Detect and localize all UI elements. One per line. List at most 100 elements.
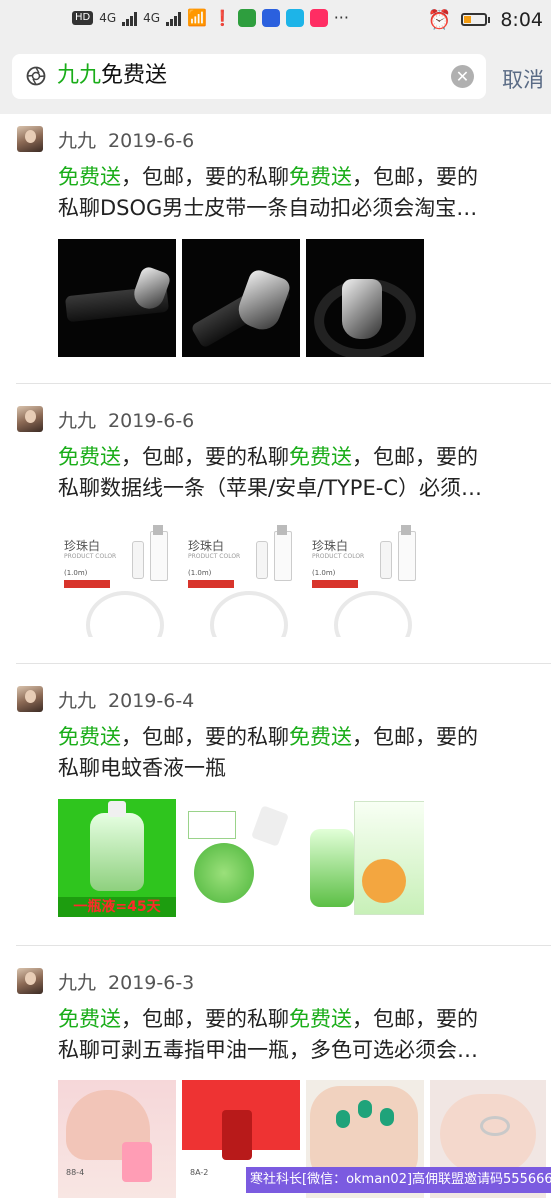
post-text-line-2: 私聊可剥五毒指甲油一瓶，多色可选必须会… bbox=[58, 1038, 478, 1062]
video-app-icon bbox=[285, 8, 304, 27]
clock: 8:04 bbox=[500, 8, 543, 31]
cable-subtitle: PRODUCT COLOR bbox=[64, 553, 117, 560]
cancel-button[interactable]: 取消 bbox=[502, 64, 544, 94]
avatar[interactable] bbox=[17, 126, 43, 152]
nail-label: 88-4 bbox=[66, 1168, 85, 1177]
keyword-highlight: 免费送 bbox=[58, 165, 121, 189]
cable-title: 珍珠白 bbox=[312, 539, 349, 553]
watermark-banner: 寒社科长[微信：okman02]高佣联盟邀请码555666 bbox=[246, 1167, 551, 1193]
avatar[interactable] bbox=[17, 968, 43, 994]
search-header: 九九免费送 ✕ 取消 bbox=[0, 42, 551, 114]
search-query-highlight: 九九 bbox=[57, 63, 102, 88]
author-name: 九九 bbox=[58, 130, 97, 152]
alarm-icon: ⏰ bbox=[427, 9, 452, 31]
divider bbox=[16, 945, 551, 946]
text-segment: ，包邮，要的私聊 bbox=[121, 165, 289, 189]
text-segment: ，包邮，要的 bbox=[352, 445, 478, 469]
calendar-app-icon bbox=[237, 8, 256, 27]
result-item[interactable]: 九九 2019-6-6 免费送，包邮，要的私聊免费送，包邮，要的 私聊数据线一条（… bbox=[0, 394, 551, 664]
nail-label: 8A-2 bbox=[190, 1168, 209, 1177]
hd-badge: HD bbox=[72, 10, 94, 25]
post-text-line-2: 私聊DSOG男士皮带一条自动扣必须会淘宝… bbox=[58, 196, 478, 220]
post-text: 免费送，包邮，要的私聊免费送，包邮，要的 私聊DSOG男士皮带一条自动扣必须会淘… bbox=[58, 162, 546, 224]
baidu-app-icon bbox=[261, 8, 280, 27]
result-item[interactable]: 九九 2019-6-4 免费送，包邮，要的私聊免费送，包邮，要的 私聊电蚊香液一瓶… bbox=[0, 674, 551, 944]
belt-image[interactable] bbox=[182, 239, 300, 357]
post-text-line-2: 私聊电蚊香液一瓶 bbox=[58, 756, 226, 780]
search-query: 九九免费送 bbox=[57, 62, 167, 90]
signal-icon-2 bbox=[166, 10, 182, 26]
author-name: 九九 bbox=[58, 690, 97, 712]
result-item[interactable]: 九九 2019-6-3 免费送，包邮，要的私聊免费送，包邮，要的 私聊可剥五毒指甲… bbox=[0, 956, 551, 1202]
post-meta: 九九 2019-6-6 bbox=[58, 406, 194, 433]
cable-length: (1.0m) bbox=[188, 569, 212, 577]
mosquito-liquid-image[interactable]: 一瓶液=45天 bbox=[58, 799, 176, 917]
search-input[interactable]: 九九免费送 ✕ bbox=[12, 54, 486, 99]
post-text: 免费送，包邮，要的私聊免费送，包邮，要的 私聊可剥五毒指甲油一瓶，多色可选必须会… bbox=[58, 1004, 546, 1066]
result-item[interactable]: 九九 2019-6-6 免费送，包邮，要的私聊免费送，包邮，要的 私聊DSOG男士… bbox=[0, 114, 551, 384]
post-date: 2019-6-3 bbox=[108, 972, 195, 994]
image-grid bbox=[58, 239, 424, 357]
player-app-icon bbox=[309, 8, 328, 27]
more-icon: ··· bbox=[333, 8, 349, 27]
keyword-highlight: 免费送 bbox=[289, 445, 352, 469]
belt-image[interactable] bbox=[306, 239, 424, 357]
promo-banner: 一瓶液=45天 bbox=[58, 897, 176, 917]
text-segment: ，包邮，要的 bbox=[352, 165, 478, 189]
nail-polish-image[interactable]: 88-4 bbox=[58, 1080, 176, 1198]
status-right: ⏰ 8:04 bbox=[427, 8, 543, 32]
post-date: 2019-6-6 bbox=[108, 410, 195, 432]
avatar[interactable] bbox=[17, 406, 43, 432]
text-segment: ，包邮，要的私聊 bbox=[121, 445, 289, 469]
clear-search-icon[interactable]: ✕ bbox=[451, 65, 474, 88]
post-meta: 九九 2019-6-6 bbox=[58, 126, 194, 153]
avatar[interactable] bbox=[17, 686, 43, 712]
status-bar: HD 4G 4G 📶 ❗ ··· ⏰ 8:04 bbox=[0, 0, 551, 42]
battery-icon bbox=[461, 13, 491, 26]
keyword-highlight: 免费送 bbox=[58, 1007, 121, 1031]
cable-title: 珍珠白 bbox=[188, 539, 225, 553]
signal-icon bbox=[122, 10, 138, 26]
image-grid: 一瓶液=45天 bbox=[58, 799, 424, 917]
cable-length: (1.0m) bbox=[312, 569, 336, 577]
post-text-line-1: 免费送，包邮，要的私聊免费送，包邮，要的 bbox=[58, 442, 546, 473]
keyword-highlight: 免费送 bbox=[289, 725, 352, 749]
post-text: 免费送，包邮，要的私聊免费送，包邮，要的 私聊电蚊香液一瓶 bbox=[58, 722, 546, 784]
post-text-line-1: 免费送，包邮，要的私聊免费送，包邮，要的 bbox=[58, 162, 546, 193]
cable-subtitle: PRODUCT COLOR bbox=[312, 553, 365, 560]
post-text-line-1: 免费送，包邮，要的私聊免费送，包邮，要的 bbox=[58, 1004, 546, 1035]
wifi-icon: 📶 bbox=[187, 8, 208, 27]
sim2-label: 4G bbox=[143, 10, 161, 25]
keyword-highlight: 免费送 bbox=[289, 165, 352, 189]
divider bbox=[16, 663, 551, 664]
cable-image[interactable]: 珍珠白 PRODUCT COLOR (1.0m) bbox=[182, 519, 300, 637]
post-text-line-2: 私聊数据线一条（苹果/安卓/TYPE-C）必须… bbox=[58, 476, 482, 500]
author-name: 九九 bbox=[58, 410, 97, 432]
mosquito-liquid-image[interactable] bbox=[182, 799, 300, 917]
post-text: 免费送，包邮，要的私聊免费送，包邮，要的 私聊数据线一条（苹果/安卓/TYPE-… bbox=[58, 442, 546, 504]
image-grid: 珍珠白 PRODUCT COLOR (1.0m) 珍珠白 PRODUCT COL… bbox=[58, 519, 424, 637]
cable-image[interactable]: 珍珠白 PRODUCT COLOR (1.0m) bbox=[58, 519, 176, 637]
keyword-highlight: 免费送 bbox=[58, 445, 121, 469]
belt-image[interactable] bbox=[58, 239, 176, 357]
text-segment: ，包邮，要的 bbox=[352, 725, 478, 749]
post-meta: 九九 2019-6-3 bbox=[58, 968, 194, 995]
search-query-rest: 免费送 bbox=[101, 63, 168, 88]
cable-image[interactable]: 珍珠白 PRODUCT COLOR (1.0m) bbox=[306, 519, 424, 637]
alert-icon: ❗ bbox=[213, 8, 232, 27]
cable-subtitle: PRODUCT COLOR bbox=[188, 553, 241, 560]
sim1-label: 4G bbox=[99, 10, 117, 25]
cable-title: 珍珠白 bbox=[64, 539, 101, 553]
divider bbox=[16, 383, 551, 384]
camera-lens-icon bbox=[26, 66, 46, 86]
post-date: 2019-6-6 bbox=[108, 130, 195, 152]
author-name: 九九 bbox=[58, 972, 97, 994]
text-segment: ，包邮，要的 bbox=[352, 1007, 478, 1031]
post-text-line-1: 免费送，包邮，要的私聊免费送，包邮，要的 bbox=[58, 722, 546, 753]
mosquito-liquid-image[interactable] bbox=[306, 799, 424, 917]
keyword-highlight: 免费送 bbox=[289, 1007, 352, 1031]
status-left: HD 4G 4G 📶 ❗ ··· bbox=[72, 8, 349, 27]
post-date: 2019-6-4 bbox=[108, 690, 195, 712]
post-meta: 九九 2019-6-4 bbox=[58, 686, 194, 713]
text-segment: ，包邮，要的私聊 bbox=[121, 1007, 289, 1031]
